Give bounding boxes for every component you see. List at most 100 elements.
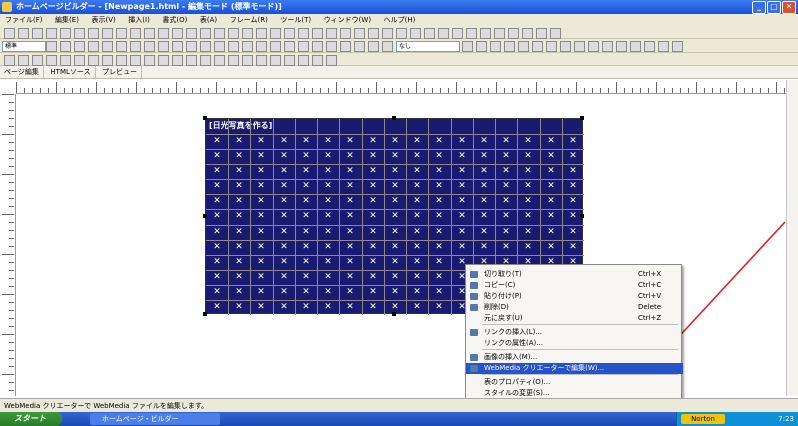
- table-cell[interactable]: ✕: [228, 287, 250, 297]
- table-cell[interactable]: ✕: [495, 242, 517, 252]
- table-cell[interactable]: ✕: [495, 151, 517, 161]
- table-cell[interactable]: ✕: [428, 181, 450, 191]
- table-cell[interactable]: ✕: [495, 166, 517, 176]
- table-cell[interactable]: ✕: [428, 227, 450, 237]
- toolbar-button[interactable]: [228, 55, 239, 66]
- toolbar-button[interactable]: [560, 41, 571, 52]
- resize-handle[interactable]: [392, 116, 396, 120]
- toolbar-button[interactable]: [74, 55, 85, 66]
- toolbar-button[interactable]: [410, 28, 421, 39]
- resize-handle[interactable]: [203, 214, 207, 218]
- table-cell[interactable]: ✕: [317, 302, 339, 312]
- table-cell[interactable]: ✕: [451, 166, 473, 176]
- toolbar-button[interactable]: [602, 41, 613, 52]
- table-cell[interactable]: ✕: [317, 166, 339, 176]
- toolbar-button[interactable]: [158, 41, 169, 52]
- table-cell[interactable]: ✕: [451, 227, 473, 237]
- table-cell[interactable]: ✕: [250, 136, 272, 146]
- table-cell[interactable]: ✕: [406, 211, 428, 221]
- toolbar-button[interactable]: [116, 55, 127, 66]
- table-cell[interactable]: ✕: [228, 196, 250, 206]
- table-cell[interactable]: ✕: [473, 242, 495, 252]
- table-cell[interactable]: ✕: [562, 181, 584, 191]
- toolbar-button[interactable]: [312, 28, 323, 39]
- menu-insert[interactable]: 挿入(I): [123, 14, 155, 26]
- toolbar-button[interactable]: [144, 28, 155, 39]
- toolbar-button[interactable]: [424, 28, 435, 39]
- table-cell[interactable]: ✕: [273, 302, 295, 312]
- toolbar-button[interactable]: [382, 28, 393, 39]
- toolbar-button[interactable]: [354, 28, 365, 39]
- table-cell[interactable]: ✕: [362, 227, 384, 237]
- toolbar-button[interactable]: [256, 55, 267, 66]
- font-select[interactable]: 標準: [2, 41, 46, 52]
- table-cell[interactable]: ✕: [339, 136, 361, 146]
- toolbar-button[interactable]: [214, 55, 225, 66]
- toolbar-button[interactable]: [102, 55, 113, 66]
- toolbar-button[interactable]: [242, 41, 253, 52]
- table-cell[interactable]: ✕: [406, 181, 428, 191]
- toolbar-button[interactable]: [480, 28, 491, 39]
- table-cell[interactable]: ✕: [362, 302, 384, 312]
- context-menu-item[interactable]: WebMedia クリエーターで編集(W)...: [466, 363, 683, 374]
- table-cell[interactable]: ✕: [250, 166, 272, 176]
- resize-handle[interactable]: [580, 214, 584, 218]
- menu-format[interactable]: 書式(O): [157, 14, 192, 26]
- table-cell[interactable]: ✕: [228, 136, 250, 146]
- context-menu-item[interactable]: コピー(C) Ctrl+C: [466, 280, 683, 291]
- table-cell[interactable]: ✕: [250, 211, 272, 221]
- table-cell[interactable]: ✕: [384, 136, 406, 146]
- toolbar-button[interactable]: [144, 55, 155, 66]
- toolbar-button[interactable]: [172, 28, 183, 39]
- table-cell[interactable]: ✕: [339, 257, 361, 267]
- table-cell[interactable]: ✕: [295, 166, 317, 176]
- table-cell[interactable]: ✕: [562, 166, 584, 176]
- toolbar-button[interactable]: [270, 41, 281, 52]
- menu-table[interactable]: 表(A): [195, 14, 222, 26]
- table-cell[interactable]: ✕: [206, 272, 228, 282]
- tab-page-edit[interactable]: ページ編集: [0, 66, 44, 79]
- table-cell[interactable]: ✕: [250, 242, 272, 252]
- context-menu-item[interactable]: 削除(D) Delete: [466, 302, 683, 313]
- toolbar-button[interactable]: [256, 41, 267, 52]
- table-cell[interactable]: ✕: [206, 166, 228, 176]
- toolbar-button[interactable]: [494, 28, 505, 39]
- table-cell[interactable]: ✕: [362, 166, 384, 176]
- table-cell[interactable]: ✕: [362, 257, 384, 267]
- table-cell[interactable]: ✕: [428, 136, 450, 146]
- toolbar-button[interactable]: [74, 28, 85, 39]
- table-cell[interactable]: ✕: [295, 196, 317, 206]
- toolbar-button[interactable]: [200, 41, 211, 52]
- table-cell[interactable]: ✕: [250, 181, 272, 191]
- toolbar-button[interactable]: [144, 41, 155, 52]
- table-cell[interactable]: ✕: [384, 166, 406, 176]
- table-cell[interactable]: ✕: [562, 242, 584, 252]
- toolbar-button[interactable]: [228, 28, 239, 39]
- table-cell[interactable]: ✕: [273, 166, 295, 176]
- table-cell[interactable]: ✕: [384, 287, 406, 297]
- table-cell[interactable]: ✕: [339, 287, 361, 297]
- toolbar-button[interactable]: [200, 55, 211, 66]
- table-cell[interactable]: ✕: [250, 196, 272, 206]
- table-cell[interactable]: ✕: [295, 181, 317, 191]
- table-cell[interactable]: ✕: [540, 242, 562, 252]
- table-cell[interactable]: ✕: [428, 242, 450, 252]
- toolbar-button[interactable]: [298, 41, 309, 52]
- table-cell[interactable]: ✕: [228, 181, 250, 191]
- context-menu-item[interactable]: 表のプロパティ(O)...: [466, 377, 683, 388]
- table-cell[interactable]: ✕: [473, 166, 495, 176]
- table-cell[interactable]: ✕: [428, 257, 450, 267]
- table-cell[interactable]: ✕: [540, 227, 562, 237]
- table-cell[interactable]: ✕: [228, 151, 250, 161]
- toolbar-button[interactable]: [550, 28, 561, 39]
- table-cell[interactable]: ✕: [228, 227, 250, 237]
- table-cell[interactable]: ✕: [428, 302, 450, 312]
- toolbar-button[interactable]: [312, 41, 323, 52]
- table-cell[interactable]: ✕: [562, 136, 584, 146]
- toolbar-button[interactable]: [340, 28, 351, 39]
- toolbar-button[interactable]: [214, 41, 225, 52]
- table-cell[interactable]: ✕: [250, 272, 272, 282]
- table-cell[interactable]: ✕: [317, 227, 339, 237]
- table-cell[interactable]: ✕: [228, 242, 250, 252]
- toolbar-button[interactable]: [312, 55, 323, 66]
